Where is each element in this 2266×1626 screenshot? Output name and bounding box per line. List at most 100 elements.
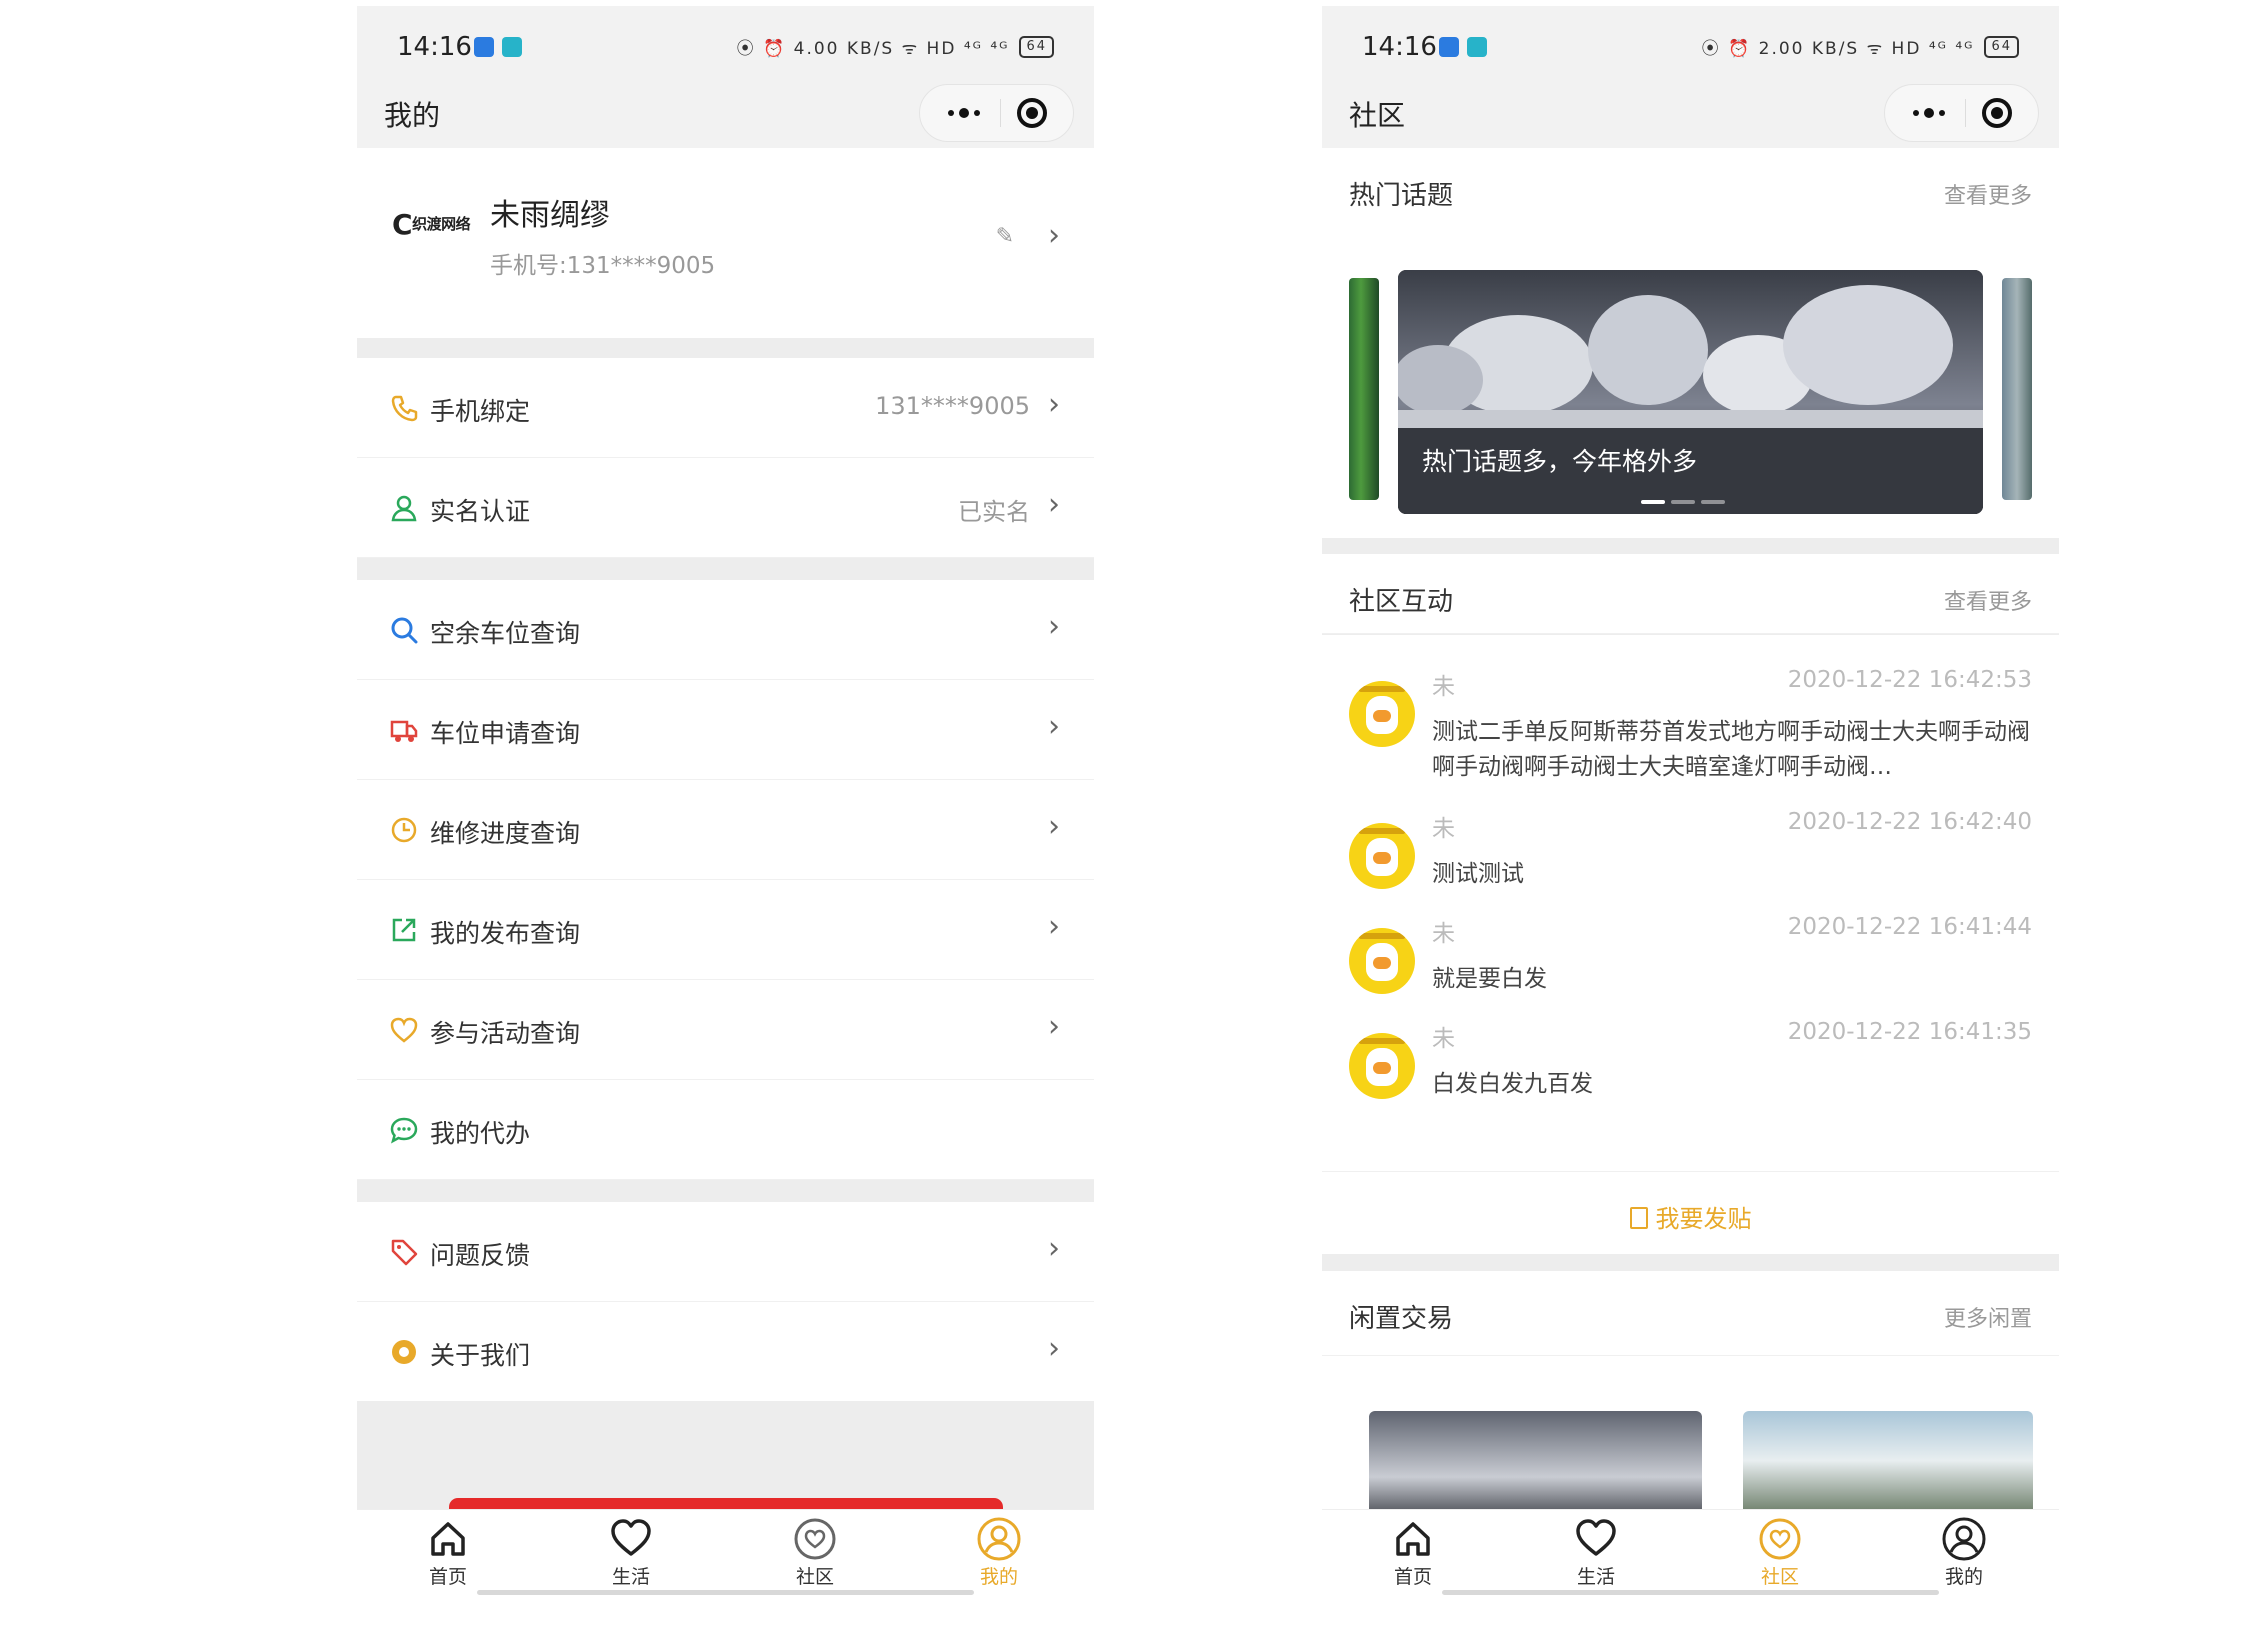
chevron-right-icon: › (1048, 1231, 1060, 1266)
more-menu-icon[interactable] (1897, 85, 1961, 141)
navigation-bar: 社区 (1322, 76, 2059, 148)
pencil-icon[interactable]: ✎ (996, 224, 1014, 249)
section-divider (357, 1180, 1094, 1202)
menu-item-label: 参与活动查询 (430, 1019, 581, 1048)
user-name: 未雨绸缪 (490, 198, 610, 233)
post-item[interactable]: 未 2020-12-22 16:41:35 白发白发九百发 (1322, 1019, 2059, 1124)
home-indicator (477, 1590, 974, 1595)
post-timestamp: 2020-12-22 16:41:35 (1787, 1019, 2032, 1045)
post-item[interactable]: 未 2020-12-22 16:42:40 测试测试 (1322, 809, 2059, 914)
page-title: 我的 (384, 99, 441, 132)
app-notification-icon (1439, 37, 1459, 57)
menu-item[interactable]: 手机绑定 131****9005 › (357, 358, 1094, 458)
menu-item-label: 问题反馈 (430, 1241, 531, 1270)
user-icon (391, 495, 417, 522)
tab-life[interactable]: 生活 (586, 1516, 676, 1589)
tab-life[interactable]: 生活 (1551, 1516, 1641, 1589)
status-bar: 14:16 ⦿ ⏰ 2.00 KB/S ᯤ HD ⁴ᴳ ⁴ᴳ 64 (1322, 6, 2059, 86)
menu-item[interactable]: 空余车位查询 › (357, 580, 1094, 680)
miniprogram-capsule (1884, 84, 2039, 142)
clock-icon (391, 817, 417, 843)
tab-label: 我的 (979, 1566, 1018, 1588)
menu-item[interactable]: 维修进度查询 › (357, 780, 1094, 880)
phone-screen-community: 14:16 ⦿ ⏰ 2.00 KB/S ᯤ HD ⁴ᴳ ⁴ᴳ 64 社区 热门话… (1322, 6, 2059, 1606)
status-signal-icons: ⦿ ⏰ 2.00 KB/S ᯤ HD ⁴ᴳ ⁴ᴳ (1701, 39, 1975, 59)
tab-home[interactable]: 首页 (403, 1516, 493, 1589)
close-miniprogram-icon[interactable] (1982, 98, 2012, 128)
tab-label: 社区 (1760, 1566, 1799, 1588)
profile-card[interactable]: C织渡网络 未雨绸缪 手机号:131****9005 ✎ › (357, 148, 1094, 338)
menu-item-label: 维修进度查询 (430, 819, 581, 848)
chevron-right-icon: › (1048, 609, 1060, 644)
post-item[interactable]: 未 2020-12-22 16:42:53 测试二手单反阿斯蒂芬首发式地方啊手动阀士… (1322, 667, 2059, 780)
tab-mine[interactable]: 我的 (1919, 1516, 2009, 1589)
section-title: 热门话题 (1349, 181, 1454, 211)
post-author: 未 (1432, 921, 1455, 947)
profile-icon (1942, 1517, 1986, 1561)
menu-item[interactable]: 问题反馈 › (357, 1202, 1094, 1302)
capsule-divider (1000, 99, 1001, 127)
menu-item-value: 131****9005 (875, 392, 1030, 420)
hot-topics-carousel[interactable]: 热门话题多，今年格外多 (1322, 228, 2059, 538)
chevron-right-icon: › (1048, 809, 1060, 844)
carousel-next-slide[interactable] (2002, 278, 2032, 500)
post-content: 白发白发九百发 (1432, 1071, 1593, 1097)
menu-item[interactable]: 车位申请查询 › (357, 680, 1094, 780)
home-icon (1396, 1522, 1430, 1556)
carousel-prev-slide[interactable] (1349, 278, 1379, 500)
view-more-link[interactable]: 查看更多 (1944, 178, 2032, 210)
more-idle-link[interactable]: 更多闲置 (1944, 1301, 2032, 1333)
heart-icon (390, 1017, 418, 1043)
menu-item-label: 手机绑定 (430, 397, 531, 426)
menu-item[interactable]: 关于我们 › (357, 1302, 1094, 1402)
status-bar: 14:16 ⦿ ⏰ 4.00 KB/S ᯤ HD ⁴ᴳ ⁴ᴳ 64 (357, 6, 1094, 86)
tab-label: 我的 (1944, 1566, 1983, 1588)
menu-item[interactable]: 实名认证 已实名 › (357, 458, 1094, 558)
phone-screen-mine: 14:16 ⦿ ⏰ 4.00 KB/S ᯤ HD ⁴ᴳ ⁴ᴳ 64 我的 C织渡… (357, 6, 1094, 1606)
avatar (1349, 1033, 1415, 1099)
view-more-link[interactable]: 查看更多 (1944, 584, 2032, 616)
idle-item-thumbnail[interactable] (1743, 1411, 2033, 1521)
hot-topics-header: 热门话题 查看更多 (1322, 148, 2059, 228)
tab-label: 社区 (795, 1566, 834, 1588)
menu-item-label: 车位申请查询 (430, 719, 581, 748)
menu-item-label: 我的代办 (430, 1119, 531, 1148)
tag-icon (391, 1239, 418, 1266)
menu-item[interactable]: 我的发布查询 › (357, 880, 1094, 980)
new-post-button[interactable]: 我要发贴 (1322, 1171, 2059, 1254)
navigation-bar: 我的 (357, 76, 1094, 148)
section-divider (357, 338, 1094, 358)
menu-item[interactable]: 我的代办 (357, 1080, 1094, 1180)
status-app-icons (474, 37, 522, 57)
post-author: 未 (1432, 1026, 1455, 1052)
menu-item-label: 空余车位查询 (430, 619, 581, 648)
menu-item-label: 关于我们 (430, 1341, 531, 1370)
app-notification-icon (474, 37, 494, 57)
app-notification-icon (502, 37, 522, 57)
post-item[interactable]: 未 2020-12-22 16:41:44 就是要白发 (1322, 914, 2059, 1019)
menu-item[interactable]: 参与活动查询 › (357, 980, 1094, 1080)
miniprogram-capsule (919, 84, 1074, 142)
chevron-right-icon: › (1048, 218, 1060, 253)
chevron-right-icon: › (1048, 487, 1060, 522)
phone-icon (391, 395, 418, 422)
tab-community[interactable]: 社区 (1735, 1516, 1825, 1589)
carousel-slide[interactable]: 热门话题多，今年格外多 (1398, 270, 1983, 514)
tab-mine[interactable]: 我的 (954, 1516, 1044, 1589)
tab-community[interactable]: 社区 (770, 1516, 860, 1589)
chevron-right-icon: › (1048, 387, 1060, 422)
idle-item-thumbnail[interactable] (1369, 1411, 1702, 1521)
menu-item-label: 我的发布查询 (430, 919, 581, 948)
brand-logo: C织渡网络 (392, 208, 471, 241)
truck-icon (390, 720, 418, 742)
post-content: 测试测试 (1432, 861, 1524, 887)
post-timestamp: 2020-12-22 16:41:44 (1787, 914, 2032, 940)
close-miniprogram-icon[interactable] (1017, 98, 1047, 128)
more-menu-icon[interactable] (932, 85, 996, 141)
avatar (1349, 681, 1415, 747)
battery-icon: 64 (1019, 35, 1054, 58)
page-title: 社区 (1349, 99, 1406, 132)
tab-home[interactable]: 首页 (1368, 1516, 1458, 1589)
capsule-divider (1965, 99, 1966, 127)
menu-item-label: 实名认证 (430, 497, 531, 526)
